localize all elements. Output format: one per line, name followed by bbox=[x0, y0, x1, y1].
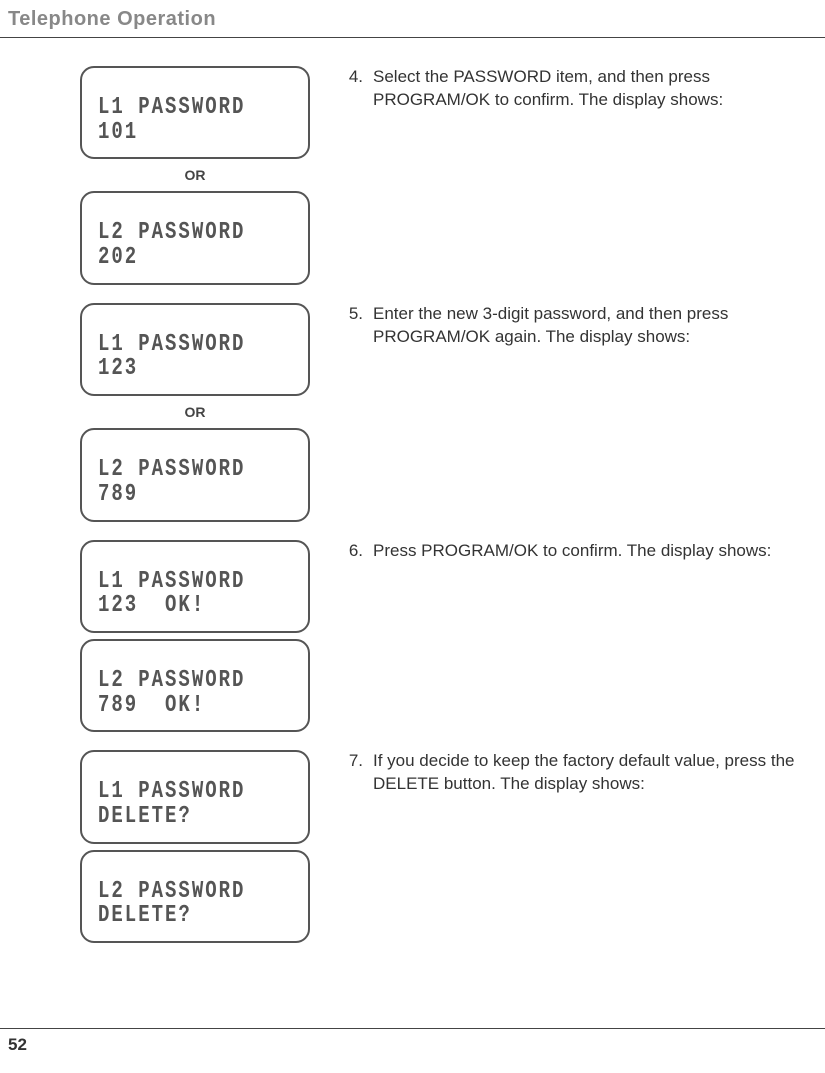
instruction-4: 4. Select the PASSWORD item, and then pr… bbox=[345, 66, 795, 112]
step-row-6: L1 PASSWORD 123 OK! L2 PASSWORD 789 OK! … bbox=[75, 540, 795, 733]
lcd-column-7: L1 PASSWORD DELETE? L2 PASSWORD DELETE? bbox=[75, 750, 315, 943]
footer-rule bbox=[0, 1028, 825, 1029]
or-separator: OR bbox=[185, 167, 206, 183]
section-title: Telephone Operation bbox=[8, 8, 825, 31]
step-row-7: L1 PASSWORD DELETE? L2 PASSWORD DELETE? … bbox=[75, 750, 795, 943]
lcd-line: 789 OK! bbox=[98, 689, 292, 720]
lcd-column-6: L1 PASSWORD 123 OK! L2 PASSWORD 789 OK! bbox=[75, 540, 315, 733]
lcd-display: L1 PASSWORD DELETE? bbox=[80, 750, 310, 843]
step-number: 6. bbox=[345, 540, 363, 563]
step-number: 5. bbox=[345, 303, 363, 349]
lcd-display: L1 PASSWORD 123 OK! bbox=[80, 540, 310, 633]
step-text: Enter the new 3-digit password, and then… bbox=[373, 303, 795, 349]
lcd-line: 101 bbox=[98, 117, 292, 148]
lcd-line: 123 OK! bbox=[98, 590, 292, 621]
lcd-line: 789 bbox=[98, 479, 292, 510]
lcd-line: DELETE? bbox=[98, 900, 292, 931]
lcd-line: DELETE? bbox=[98, 801, 292, 832]
instruction-5: 5. Enter the new 3-digit password, and t… bbox=[345, 303, 795, 349]
step-text: Select the PASSWORD item, and then press… bbox=[373, 66, 795, 112]
page-footer: 52 bbox=[0, 1028, 825, 1055]
lcd-display: L2 PASSWORD DELETE? bbox=[80, 850, 310, 943]
lcd-display: L1 PASSWORD 123 bbox=[80, 303, 310, 396]
lcd-display: L2 PASSWORD 789 bbox=[80, 428, 310, 521]
content-area: L1 PASSWORD 101 OR L2 PASSWORD 202 4. Se… bbox=[0, 38, 825, 943]
step-row-4: L1 PASSWORD 101 OR L2 PASSWORD 202 4. Se… bbox=[75, 66, 795, 285]
page-number: 52 bbox=[0, 1035, 825, 1055]
step-number: 4. bbox=[345, 66, 363, 112]
step-text: Press PROGRAM/OK to confirm. The display… bbox=[373, 540, 795, 563]
lcd-display: L2 PASSWORD 789 OK! bbox=[80, 639, 310, 732]
lcd-column-4: L1 PASSWORD 101 OR L2 PASSWORD 202 bbox=[75, 66, 315, 285]
step-row-5: L1 PASSWORD 123 OR L2 PASSWORD 789 5. En… bbox=[75, 303, 795, 522]
instruction-6: 6. Press PROGRAM/OK to confirm. The disp… bbox=[345, 540, 795, 563]
lcd-display: L2 PASSWORD 202 bbox=[80, 191, 310, 284]
lcd-line: 202 bbox=[98, 242, 292, 273]
step-text: If you decide to keep the factory defaul… bbox=[373, 750, 795, 796]
lcd-line: 123 bbox=[98, 353, 292, 384]
lcd-column-5: L1 PASSWORD 123 OR L2 PASSWORD 789 bbox=[75, 303, 315, 522]
or-separator: OR bbox=[185, 404, 206, 420]
instruction-7: 7. If you decide to keep the factory def… bbox=[345, 750, 795, 796]
lcd-display: L1 PASSWORD 101 bbox=[80, 66, 310, 159]
step-number: 7. bbox=[345, 750, 363, 796]
